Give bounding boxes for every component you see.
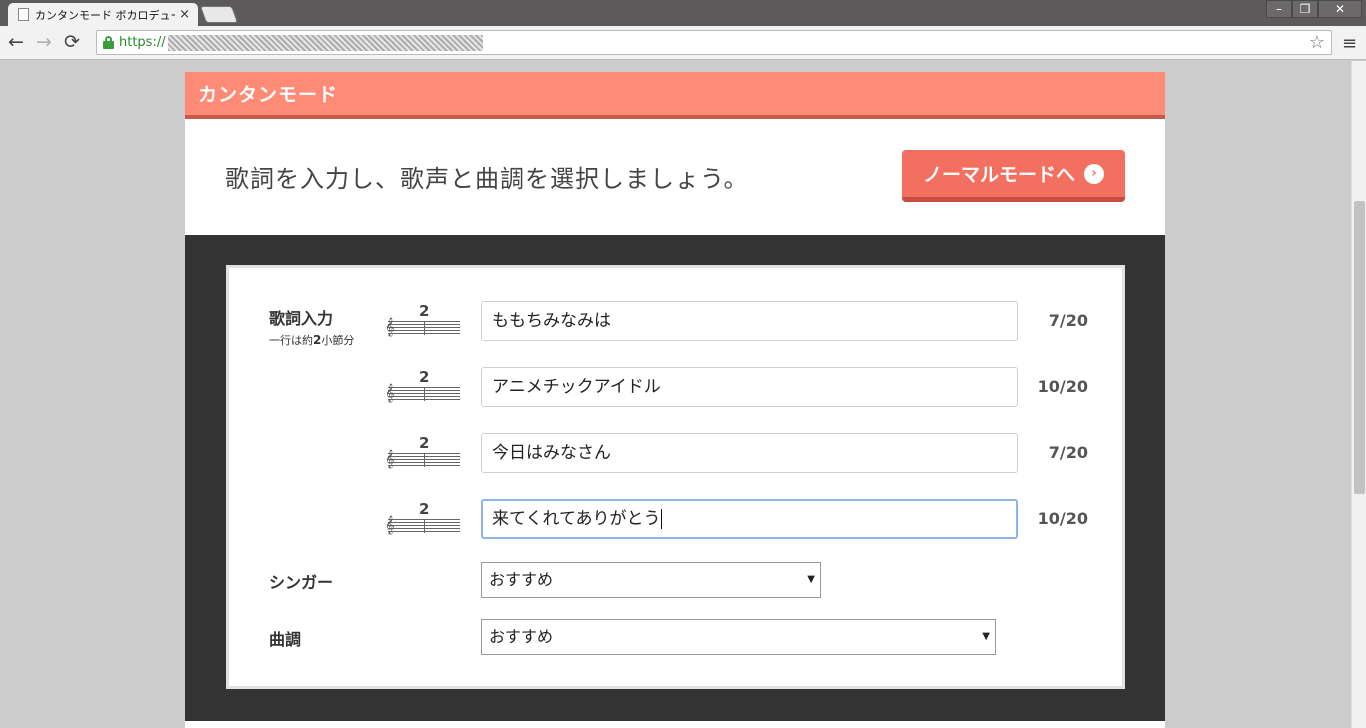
staff-icon: 2 𝄞	[385, 367, 462, 407]
char-counter: 7/20	[1048, 443, 1088, 462]
lyric-row: 2 𝄞 アニメチックアイドル 10/20	[229, 367, 1128, 407]
mode-header: カンタンモード	[185, 72, 1165, 119]
lyric-input-4[interactable]: 来てくれてありがとう	[481, 499, 1018, 539]
tune-select[interactable]: おすすめ ▼	[481, 619, 996, 655]
lyric-input-2[interactable]: アニメチックアイドル	[481, 367, 1018, 407]
staff-icon: 2 𝄞	[385, 433, 462, 473]
lyric-row: 2 𝄞 今日はみなさん 7/20	[229, 433, 1128, 473]
treble-clef-icon: 𝄞	[385, 515, 395, 534]
staff-icon: 2 𝄞	[385, 301, 462, 341]
minimize-button[interactable]: –	[1266, 0, 1292, 18]
back-arrow-icon[interactable]: ←	[8, 32, 24, 52]
lyric-input-3[interactable]: 今日はみなさん	[481, 433, 1018, 473]
bookmark-star-icon[interactable]: ☆	[1309, 32, 1325, 53]
char-counter: 7/20	[1048, 311, 1088, 330]
treble-clef-icon: 𝄞	[385, 449, 395, 468]
forward-arrow-icon[interactable]: →	[36, 32, 52, 52]
browser-tab[interactable]: カンタンモード ボカロデューサ ×	[8, 3, 198, 26]
menu-icon[interactable]: ≡	[1342, 33, 1357, 54]
measure-count: 2	[419, 500, 430, 518]
char-counter: 10/20	[1037, 509, 1088, 528]
singer-selected: おすすめ	[489, 570, 554, 589]
measure-count: 2	[419, 302, 430, 320]
masked-url	[167, 34, 483, 51]
lock-icon	[103, 36, 114, 49]
arrow-right-icon: ›	[1084, 163, 1104, 184]
page-icon	[18, 8, 29, 21]
lyric-row: 2 𝄞 来てくれてありがとう 10/20	[229, 499, 1128, 539]
staff-icon: 2 𝄞	[385, 499, 462, 539]
text-caret	[661, 509, 663, 529]
dropdown-arrow-icon: ▼	[807, 574, 815, 585]
close-tab-icon[interactable]: ×	[179, 7, 190, 22]
normal-mode-button[interactable]: ノーマルモードへ ›	[902, 150, 1125, 202]
singer-label: シンガー	[269, 573, 334, 592]
page-title: カンタンモード	[198, 84, 339, 106]
form-background: 歌詞入力 一行は約2小節分 2 𝄞 ももちみなみは 7/20 2 𝄞 アニメチッ…	[185, 235, 1165, 721]
lyric-input-1[interactable]: ももちみなみは	[481, 301, 1018, 341]
restore-button[interactable]: ❐	[1292, 0, 1318, 18]
tune-selected: おすすめ	[489, 627, 554, 646]
url-scheme: https://	[119, 35, 166, 50]
scroll-thumb[interactable]	[1354, 201, 1365, 494]
char-counter: 10/20	[1037, 377, 1088, 396]
measure-count: 2	[419, 434, 430, 452]
window-titlebar: カンタンモード ボカロデューサ × – ❐ ✕	[0, 0, 1366, 26]
address-bar[interactable]: https:// ☆	[96, 30, 1332, 55]
measure-count: 2	[419, 368, 430, 386]
window-controls: – ❐ ✕	[1266, 0, 1362, 18]
singer-select[interactable]: おすすめ ▼	[481, 562, 821, 598]
intro-text: 歌詞を入力し、歌声と曲調を選択しましょう。	[225, 165, 749, 193]
close-window-button[interactable]: ✕	[1318, 0, 1362, 18]
lyric-input-4-value: 来てくれてありがとう	[492, 509, 661, 529]
page-scrollbar[interactable]	[1351, 61, 1366, 728]
intro-section: 歌詞を入力し、歌声と曲調を選択しましょう。 ノーマルモードへ ›	[185, 119, 1165, 235]
reload-icon[interactable]: ⟳	[64, 32, 80, 52]
tune-label: 曲調	[269, 630, 302, 649]
treble-clef-icon: 𝄞	[385, 383, 395, 402]
dropdown-arrow-icon: ▼	[982, 631, 990, 642]
normal-mode-label: ノーマルモードへ	[922, 164, 1075, 186]
tab-title: カンタンモード ボカロデューサ	[35, 8, 175, 22]
browser-toolbar: ← → ⟳ https:// ☆ ≡	[0, 26, 1366, 60]
lyrics-form: 歌詞入力 一行は約2小節分 2 𝄞 ももちみなみは 7/20 2 𝄞 アニメチッ…	[226, 265, 1125, 689]
new-tab-button[interactable]	[199, 6, 239, 23]
treble-clef-icon: 𝄞	[385, 317, 395, 336]
lyric-row: 2 𝄞 ももちみなみは 7/20	[229, 301, 1128, 341]
page-container: カンタンモード 歌詞を入力し、歌声と曲調を選択しましょう。 ノーマルモードへ ›…	[185, 72, 1165, 728]
